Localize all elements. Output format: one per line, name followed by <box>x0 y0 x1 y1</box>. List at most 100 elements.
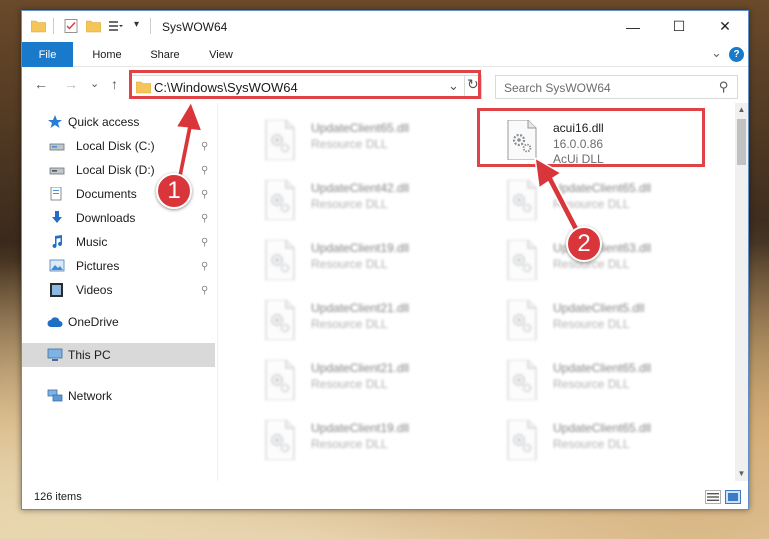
tab-home[interactable]: Home <box>82 42 132 67</box>
tab-view[interactable]: View <box>200 42 242 67</box>
file-type: Resource DLL <box>311 377 388 391</box>
address-bar[interactable]: C:\Windows\SysWOW64 ⌄ <box>131 75 482 99</box>
explorer-window: ▾ SysWOW64 — ☐ ✕ File Home Share View ⌄ … <box>21 10 749 510</box>
file-list: UpdateClient65.dll Resource DLL UpdateClie… <box>219 103 735 481</box>
nav-label: Network <box>68 389 113 403</box>
file-name: UpdateClient65.dll <box>553 361 652 375</box>
dll-file-icon <box>507 420 537 460</box>
file-tile-acui16[interactable]: acui16.dll 16.0.0.86 AcUi DLL <box>481 113 711 167</box>
star-icon <box>48 115 62 128</box>
tab-share[interactable]: Share <box>142 42 188 67</box>
dll-file-icon <box>265 360 295 400</box>
cloud-icon <box>47 317 63 327</box>
step-badge-2: 2 <box>566 226 602 262</box>
nav-label: Local Disk (C:) <box>76 139 155 153</box>
file-tile[interactable]: UpdateClient5.dll Resource DLL <box>481 293 711 347</box>
file-type: Resource DLL <box>311 137 388 151</box>
address-dropdown-icon[interactable]: ⌄ <box>448 78 459 94</box>
file-name: UpdateClient65.dll <box>553 421 652 435</box>
pin-icon: ⚲ <box>201 260 209 272</box>
nav-label: Pictures <box>76 259 120 273</box>
new-folder-icon[interactable] <box>86 19 101 33</box>
title-bar: ▾ SysWOW64 — ☐ ✕ <box>22 11 748 42</box>
properties-icon[interactable] <box>64 19 79 33</box>
help-icon[interactable]: ? <box>729 47 744 62</box>
file-tile[interactable]: UpdateClient21.dll Resource DLL <box>239 293 469 347</box>
nav-label: Documents <box>76 187 137 201</box>
network-icon <box>47 389 63 402</box>
dll-file-icon <box>507 360 537 400</box>
navigation-pane: Quick access Local Disk (C:) ⚲ Local Dis… <box>22 103 218 481</box>
nav-item-this-pc[interactable]: This PC <box>22 343 215 367</box>
file-tile[interactable]: UpdateClient65.dll Resource DLL <box>481 353 711 407</box>
scroll-up-arrow-icon[interactable]: ▲ <box>735 103 748 117</box>
scroll-down-arrow-icon[interactable]: ▼ <box>735 467 748 481</box>
back-button[interactable]: ← <box>34 76 48 92</box>
file-type: Resource DLL <box>553 197 630 211</box>
nav-item-pictures[interactable]: Pictures ⚲ <box>22 255 215 277</box>
nav-label: Music <box>76 235 108 249</box>
refresh-icon[interactable]: ↻ <box>467 76 479 93</box>
recent-locations-button[interactable]: ⌄ <box>90 77 99 90</box>
file-type: Resource DLL <box>311 197 388 211</box>
file-type: Resource DLL <box>311 317 388 331</box>
forward-button[interactable]: → <box>64 76 78 92</box>
folder-icon <box>31 20 46 33</box>
music-icon <box>52 235 62 248</box>
file-name: UpdateClient19.dll <box>311 421 410 435</box>
large-icons-view-icon[interactable] <box>725 490 741 504</box>
search-icon[interactable]: ⚲ <box>719 79 729 95</box>
drive-icon <box>49 143 65 151</box>
dll-file-icon <box>265 180 295 220</box>
file-type: Resource DLL <box>553 377 630 391</box>
file-name: UpdateClient65.dll <box>553 181 652 195</box>
close-button[interactable]: ✕ <box>702 11 748 42</box>
dll-file-icon <box>265 300 295 340</box>
file-tile[interactable]: UpdateClient65.dll Resource DLL <box>481 173 711 227</box>
nav-item-videos[interactable]: Videos ⚲ <box>22 279 215 301</box>
address-path[interactable]: C:\Windows\SysWOW64 <box>154 80 298 95</box>
nav-label: Videos <box>76 283 113 297</box>
vertical-scrollbar[interactable]: ▲ ▼ <box>735 103 748 481</box>
nav-label: OneDrive <box>68 315 119 329</box>
file-name: acui16.dll <box>553 121 604 135</box>
nav-item-downloads[interactable]: Downloads ⚲ <box>22 207 215 229</box>
file-tile[interactable]: UpdateClient19.dll Resource DLL <box>239 413 469 467</box>
file-name: UpdateClient5.dll <box>553 301 645 315</box>
search-input[interactable]: Search SysWOW64 ⚲ <box>495 75 738 99</box>
file-tile[interactable]: UpdateClient42.dll Resource DLL <box>239 173 469 227</box>
minimize-button[interactable]: — <box>610 11 656 42</box>
file-description: AcUi DLL <box>553 152 604 166</box>
downloads-icon <box>52 211 62 223</box>
up-button[interactable]: ↑ <box>111 76 118 92</box>
scroll-thumb[interactable] <box>737 119 746 165</box>
dll-file-icon <box>507 120 537 160</box>
file-tile[interactable]: UpdateClient65.dll Resource DLL <box>239 113 469 167</box>
quick-access-dropdown-icon[interactable]: ▾ <box>134 19 139 30</box>
title-separator-2 <box>150 18 151 34</box>
file-tile[interactable]: UpdateClient65.dll Resource DLL <box>481 413 711 467</box>
item-count: 126 items <box>34 491 82 503</box>
pin-icon: ⚲ <box>201 236 209 248</box>
tab-file[interactable]: File <box>22 42 73 67</box>
pin-icon: ⚲ <box>201 188 209 200</box>
file-name: UpdateClient42.dll <box>311 181 410 195</box>
nav-item-local-disk-c[interactable]: Local Disk (C:) ⚲ <box>22 135 215 157</box>
nav-item-quick-access[interactable]: Quick access <box>22 111 215 133</box>
nav-item-onedrive[interactable]: OneDrive <box>22 311 215 333</box>
expand-ribbon-icon[interactable]: ⌄ <box>711 45 722 61</box>
ribbon-tabs: File Home Share View ⌄ ? <box>22 42 748 67</box>
nav-item-music[interactable]: Music ⚲ <box>22 231 215 253</box>
nav-item-network[interactable]: Network <box>22 385 215 407</box>
pin-icon: ⚲ <box>201 212 209 224</box>
nav-label: Quick access <box>68 115 140 129</box>
file-name: UpdateClient21.dll <box>311 301 410 315</box>
file-tile[interactable]: UpdateClient21.dll Resource DLL <box>239 353 469 407</box>
details-view-icon[interactable] <box>705 490 721 504</box>
folder-icon <box>136 81 151 94</box>
computer-icon <box>47 348 63 361</box>
customize-toolbar-icon[interactable] <box>108 19 123 33</box>
maximize-button[interactable]: ☐ <box>656 11 702 42</box>
file-tile[interactable]: UpdateClient19.dll Resource DLL <box>239 233 469 287</box>
pin-icon: ⚲ <box>201 164 209 176</box>
